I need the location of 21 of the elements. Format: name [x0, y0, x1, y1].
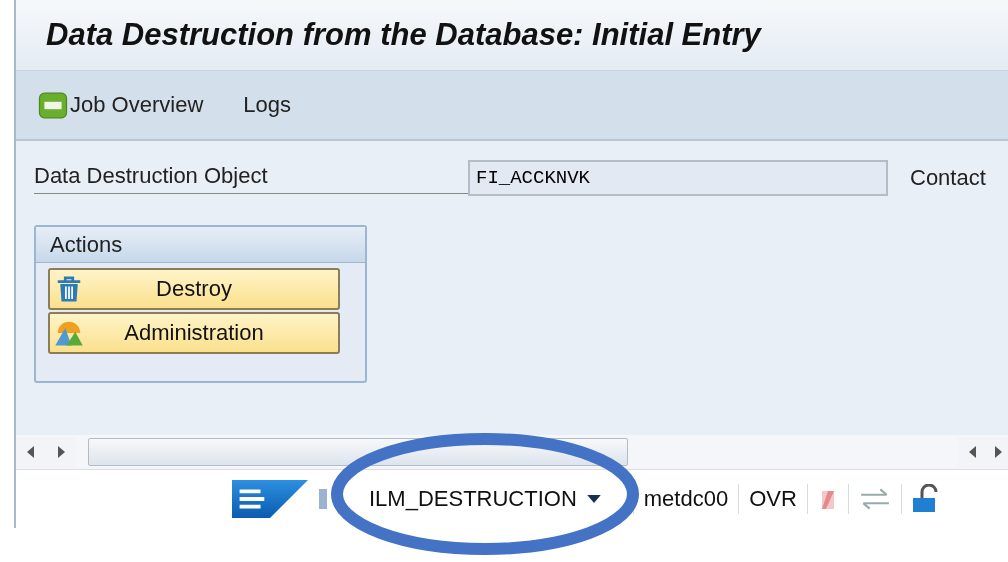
logo-icon [232, 480, 308, 518]
action-button[interactable]: Administration [48, 312, 340, 354]
arrows-icon [858, 486, 891, 512]
toolbar-button[interactable]: Logs [243, 92, 291, 118]
field-label: Data Destruction Object [34, 162, 468, 194]
lock-icon [911, 484, 938, 514]
caret-icon [586, 494, 601, 504]
client-text: metdc00 [643, 486, 729, 512]
field-label: Contact [910, 165, 986, 191]
right-arrow-icon [57, 446, 65, 458]
right-arrow-icon [994, 446, 1002, 458]
window-title: Data Destruction from the Database: Initial Entry [46, 17, 761, 53]
panel-title: Actions [50, 231, 123, 258]
left-arrow-icon [969, 446, 977, 458]
system-dropdown[interactable]: ILM_DESTRUCTION [349, 486, 623, 512]
action-button[interactable]: Destroy [48, 268, 340, 310]
mode-text: OVR [749, 486, 797, 512]
job-icon [38, 91, 68, 119]
left-arrow-icon [27, 446, 35, 458]
input-field[interactable]: FI_ACCKNVK [468, 160, 888, 196]
toolbar-button[interactable]: Job Overview [38, 91, 204, 119]
